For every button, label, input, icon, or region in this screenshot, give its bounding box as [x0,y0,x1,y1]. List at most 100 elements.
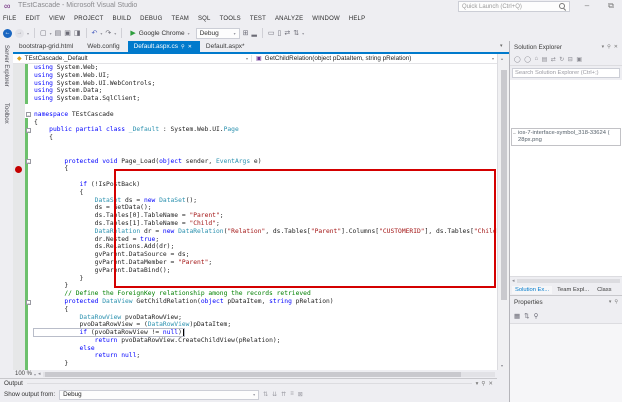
chevron-down-icon[interactable]: ▾ [100,31,102,36]
refresh-icon[interactable]: ↻ [559,56,564,63]
prev-message-icon[interactable]: ⇈ [281,391,286,398]
scroll-down-icon[interactable]: ▾ [501,363,503,368]
solution-explorer-header[interactable]: Solution Explorer ▾ ⚲ ✕ [510,41,622,53]
pin-icon[interactable]: ⚲ [181,44,185,50]
back-icon[interactable]: ◯ [514,56,521,63]
collapse-region-icon[interactable]: – [26,159,31,165]
tab-default-aspx-cs[interactable]: Default.aspx.cs ⚲ ✕ [127,41,200,52]
document-list-caret-icon[interactable]: ▾ [500,43,503,49]
menu-analyze[interactable]: ANALYZE [275,16,303,22]
nav-back-icon[interactable]: ← [3,28,12,38]
save-all-icon[interactable]: ◨ [74,29,81,38]
chevron-down-icon: ▾ [491,56,494,61]
menu-sql[interactable]: SQL [198,16,211,22]
uncomment-icon[interactable]: ▯ [278,29,282,38]
show-all-files-icon[interactable]: ▤ [542,56,548,63]
solution-config-select[interactable]: Debug ▾ [195,27,240,39]
solution-explorer-tree[interactable]: ‒ ios-7-interface-symbol_318-33624 ( 28p… [510,80,622,277]
solution-explorer-hscrollbar[interactable]: ◂ [510,277,622,284]
menu-test[interactable]: TEST [250,16,266,22]
menu-edit[interactable]: EDIT [25,16,39,22]
menu-view[interactable]: VIEW [49,16,65,22]
tree-expander-icon[interactable]: ‒ [513,131,516,138]
menu-team[interactable]: TEAM [172,16,189,22]
message-nav-icon[interactable]: ⇅ [263,391,268,398]
solution-explorer-search-input[interactable]: Search Solution Explorer (Ctrl+;) [512,68,620,78]
editor-horizontal-scrollbar[interactable] [42,371,495,377]
undo-icon[interactable]: ↶ [92,29,98,38]
new-file-icon[interactable]: ▢ [40,29,47,38]
menu-project[interactable]: PROJECT [74,16,103,22]
find-in-files-icon[interactable]: ⊞ [243,29,249,38]
tab-web-config[interactable]: Web.config [81,41,127,52]
scrollbar-thumb[interactable] [500,70,507,300]
minimize-button[interactable]: – [580,0,594,12]
clear-all-icon[interactable]: ⊠ [298,391,303,398]
restore-button[interactable]: ⧉ [604,0,618,12]
pin-icon[interactable]: ⚲ [614,299,618,305]
pin-icon[interactable]: ⚲ [481,381,485,387]
sync-icon[interactable]: ⇅ [293,29,299,38]
pin-icon[interactable]: ⚲ [607,44,611,50]
zoom-level[interactable]: 100 % [15,371,32,377]
home-icon[interactable]: ⌂ [534,56,538,62]
chevron-down-icon[interactable]: ▾ [27,31,29,36]
panel-tab-solution-ex-[interactable]: Solution Ex... [512,285,553,294]
panel-menu-caret-icon[interactable]: ▾ [476,381,479,387]
panel-tab-class[interactable]: Class [594,286,615,294]
scrollbar-track[interactable] [516,278,620,283]
menu-tools[interactable]: TOOLS [220,16,241,22]
properties-icon[interactable]: ▣ [576,56,582,63]
scroll-up-icon[interactable]: ▴ [501,56,503,61]
menu-window[interactable]: WINDOW [312,16,340,22]
save-icon[interactable]: ▣ [64,29,71,38]
close-icon[interactable]: ✕ [188,44,192,50]
navigate-backward-icon[interactable]: ⇄ [284,29,290,38]
collapse-region-icon[interactable]: – [26,127,31,133]
panel-menu-caret-icon[interactable]: ▾ [602,44,605,50]
chevron-down-icon[interactable]: ▾ [50,31,52,36]
open-file-icon[interactable]: ▤ [55,29,62,38]
collapse-all-icon[interactable]: ⊟ [568,56,573,63]
panel-tab-team-expl-[interactable]: Team Expl... [554,286,592,294]
property-pages-icon[interactable]: ⚲ [534,312,539,320]
breakpoints-window-icon[interactable]: ▂ [251,29,256,38]
editor-vertical-scrollbar[interactable]: ▴ ▾ [497,54,509,370]
sync-with-active-document-icon[interactable]: ⇄ [551,56,556,63]
next-message-icon[interactable]: ⇊ [272,391,277,398]
redo-icon[interactable]: ↷ [105,29,111,38]
close-icon[interactable]: ✕ [488,381,493,387]
collapse-region-icon[interactable]: – [26,299,31,305]
zoom-caret-icon[interactable]: ▾ [34,372,36,377]
menu-debug[interactable]: DEBUG [140,16,162,22]
collapse-region-icon[interactable]: – [26,112,31,118]
alphabetical-icon[interactable]: ⇅ [524,312,529,320]
play-icon: ▶ [130,30,136,37]
sidebar-tab-toolbox[interactable]: Toolbox [3,103,9,124]
menu-file[interactable]: FILE [3,16,16,22]
panel-menu-caret-icon[interactable]: ▾ [609,299,612,305]
tab-bootstrap-grid-html[interactable]: bootstrap-grid.html [13,41,81,52]
menu-build[interactable]: BUILD [113,16,132,22]
chevron-down-icon[interactable]: ▾ [114,31,116,36]
output-source-select[interactable]: Debug ▾ [59,389,260,400]
properties-header[interactable]: Properties ▾ ⚲ [510,296,622,308]
quick-launch-input[interactable]: Quick Launch (Ctrl+Q) [458,1,570,12]
tab-default-aspx-[interactable]: Default.aspx* [200,41,253,52]
method-dropdown[interactable]: ▣ GetChildRelation(object pDataItem, str… [251,55,497,62]
word-wrap-icon[interactable]: ≡ [290,391,294,398]
start-debug-button[interactable]: ▶ Google Chrome ▾ [127,28,192,38]
comment-icon[interactable]: ▭ [268,29,275,38]
close-icon[interactable]: ✕ [614,44,618,50]
chevron-down-icon[interactable]: ▾ [302,31,304,36]
categorized-icon[interactable]: ▦ [514,312,520,320]
menu-help[interactable]: HELP [349,16,365,22]
sidebar-tab-server-explorer[interactable]: Server Explorer [3,45,9,87]
scroll-left-icon[interactable]: ◂ [512,278,515,284]
scrollbar-thumb[interactable] [44,371,461,377]
scroll-left-icon[interactable]: ◂ [38,371,41,377]
nav-forward-icon[interactable]: → [15,28,24,38]
tree-item[interactable]: ‒ ios-7-interface-symbol_318-33624 ( 28p… [511,128,621,146]
class-dropdown[interactable]: ◆ TEstCascade._Default ▾ [13,55,251,62]
forward-icon[interactable]: ◯ [524,56,531,63]
